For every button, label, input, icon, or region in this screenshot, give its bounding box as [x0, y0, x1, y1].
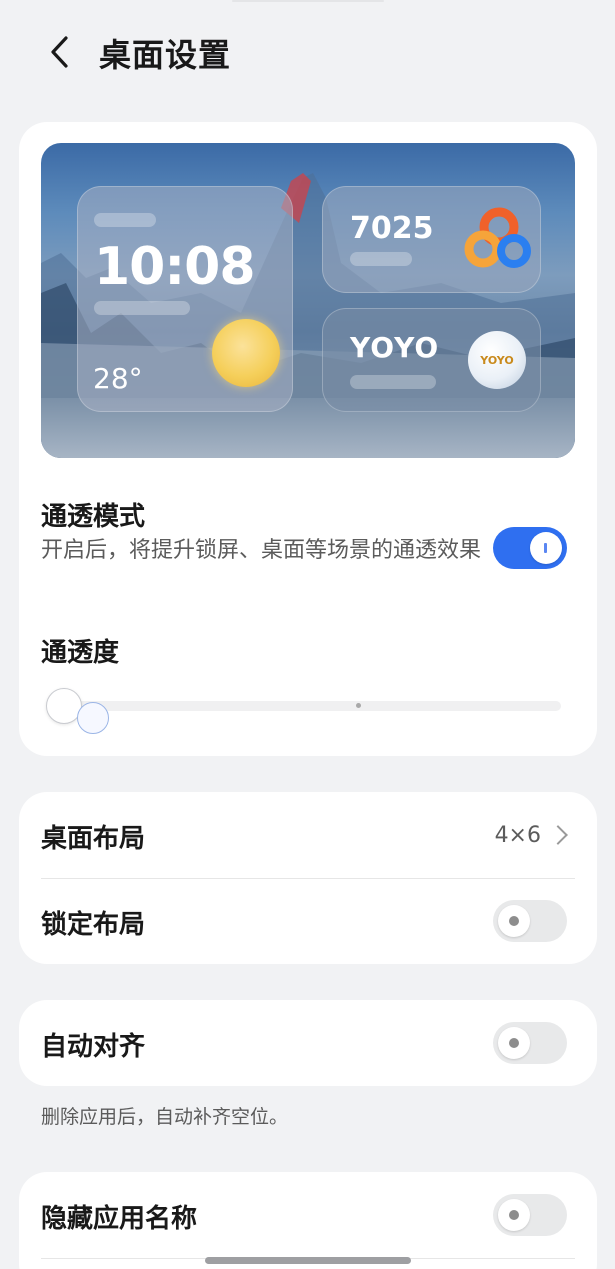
lock-layout-toggle[interactable]: [493, 900, 567, 942]
translucency-title: 通透度: [41, 638, 120, 668]
auto-align-title: 自动对齐: [41, 1032, 146, 1062]
toggle-knob: [530, 532, 562, 564]
hide-app-names-toggle[interactable]: [493, 1194, 567, 1236]
translucency-slider-track[interactable]: [57, 701, 561, 711]
toggle-knob: [498, 1199, 530, 1231]
hide-app-names-card: 隐藏应用名称: [19, 1172, 597, 1269]
back-arrow-icon: [51, 36, 68, 68]
yoyo-assistant-icon: YOYO: [468, 331, 526, 389]
clock-weather-widget[interactable]: 10:08 28°: [77, 186, 293, 412]
translucent-mode-title: 通透模式: [41, 502, 146, 532]
yoyo-label: YOYO: [350, 331, 440, 364]
placeholder-bar: [94, 213, 156, 227]
sun-icon: [212, 319, 280, 387]
auto-align-card: 自动对齐: [19, 1000, 597, 1086]
lock-layout-title: 锁定布局: [41, 910, 146, 940]
widget-number: 7025: [350, 211, 434, 246]
app-logo-icon: [464, 207, 531, 268]
yoyo-widget[interactable]: YOYO YOYO: [322, 308, 541, 412]
chevron-right-icon: [548, 825, 568, 845]
translucent-mode-description: 开启后，将提升锁屏、桌面等场景的通透效果: [41, 538, 482, 563]
toggle-knob: [498, 905, 530, 937]
slider-touch-indicator: [77, 702, 109, 734]
layout-card: 桌面布局 4×6 锁定布局: [19, 792, 597, 964]
hide-app-names-title: 隐藏应用名称: [41, 1204, 198, 1234]
translucent-card: 10:08 28° 7025 YOYO YOYO 通透模式 开启后，将提升锁屏、…: [19, 122, 597, 756]
placeholder-bar: [350, 375, 436, 389]
status-indicator: [232, 0, 384, 2]
temperature: 28°: [93, 362, 143, 395]
toggle-knob: [498, 1027, 530, 1059]
home-indicator[interactable]: [205, 1257, 411, 1264]
placeholder-bar: [350, 252, 412, 266]
desktop-layout-value: 4×6: [494, 823, 541, 848]
desktop-settings-page: 桌面设置 10:08 28° 7025 YOYO YOYO 通透模式 开启后，将…: [0, 0, 615, 1269]
desktop-layout-title: 桌面布局: [41, 824, 146, 854]
clock-time: 10:08: [94, 237, 256, 297]
auto-align-note: 删除应用后，自动补齐空位。: [41, 1106, 289, 1128]
page-title: 桌面设置: [99, 36, 232, 74]
slider-midpoint-tick: [356, 703, 361, 708]
back-button[interactable]: [40, 32, 80, 72]
auto-align-toggle[interactable]: [493, 1022, 567, 1064]
placeholder-bar: [94, 301, 190, 315]
wallpaper-preview: 10:08 28° 7025 YOYO YOYO: [41, 143, 575, 458]
header: 桌面设置: [0, 18, 615, 84]
translucent-mode-toggle[interactable]: [493, 527, 567, 569]
desktop-layout-row[interactable]: 桌面布局 4×6: [19, 792, 597, 878]
number-widget[interactable]: 7025: [322, 186, 541, 293]
divider: [41, 878, 575, 879]
